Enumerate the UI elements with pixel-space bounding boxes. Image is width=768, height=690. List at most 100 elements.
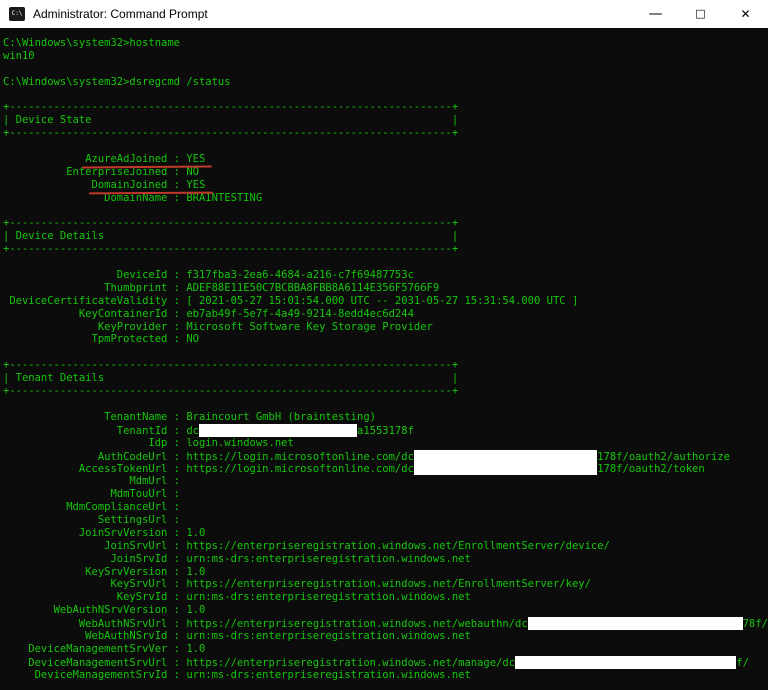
terminal-text: DeviceManagementSrvVer : 1.0	[3, 642, 206, 655]
terminal-text: Thumbprint : ADEF88E11E50C7BCBBA8FBB8A61…	[3, 281, 440, 294]
terminal-line: SettingsUrl :	[3, 514, 768, 527]
section-border: +---------------------------------------…	[3, 385, 459, 398]
redaction-box	[413, 449, 598, 463]
terminal-line: MdmUrl :	[3, 475, 768, 488]
terminal-line: JoinSrvId : urn:ms-drs:enterpriseregistr…	[3, 553, 768, 566]
terminal-line: WebAuthNSrvId : urn:ms-drs:enterprisereg…	[3, 630, 768, 643]
redaction-box	[413, 462, 598, 476]
terminal-line: KeySrvVersion : 1.0	[3, 566, 768, 579]
section-border: +---------------------------------------…	[3, 127, 459, 140]
window-controls: — □ ✕	[633, 0, 768, 28]
terminal-text: C:\Windows\system32>hostname	[3, 37, 181, 49]
terminal-text: WebAuthNSrvUrl : https://enterpriseregis…	[3, 618, 528, 631]
section-border: +---------------------------------------…	[3, 359, 459, 372]
terminal-line: DeviceManagementSrvVer : 1.0	[3, 643, 768, 656]
terminal-line: DeviceId : f317fba3-2ea6-4684-a216-c7f69…	[3, 269, 768, 282]
terminal-line: AzureAdJoined : YES	[3, 153, 768, 166]
title-bar[interactable]: C:\ Administrator: Command Prompt — □ ✕	[0, 0, 768, 28]
terminal-line: | Tenant Details |	[3, 372, 768, 385]
cmd-icon[interactable]: C:\	[9, 7, 25, 21]
maximize-button[interactable]: □	[678, 0, 723, 28]
terminal-line: TpmProtected : NO	[3, 333, 768, 346]
terminal-line: DeviceManagementSrvUrl : https://enterpr…	[3, 655, 768, 669]
section-title: | Device State |	[3, 114, 459, 127]
terminal-text: JoinSrvId : urn:ms-drs:enterpriseregistr…	[3, 552, 471, 565]
terminal-line: WebAuthNSrvVersion : 1.0	[3, 604, 768, 617]
terminal-text: JoinSrvVersion : 1.0	[3, 526, 206, 539]
terminal-line: +---------------------------------------…	[3, 385, 768, 398]
terminal-text: WebAuthNSrvVersion : 1.0	[3, 604, 206, 617]
terminal-text: MdmComplianceUrl :	[3, 501, 181, 514]
terminal-text: TenantName : Braincourt GmbH (braintesti…	[3, 410, 376, 423]
terminal-output[interactable]: C:\Windows\system32>hostname win10 C:\Wind…	[0, 28, 768, 690]
terminal-text: f/	[736, 656, 749, 669]
terminal-line: TenantName : Braincourt GmbH (braintesti…	[3, 411, 768, 424]
terminal-line: KeySrvId : urn:ms-drs:enterpriseregistra…	[3, 591, 768, 604]
terminal-line: C:\Windows\system32>hostname	[3, 37, 768, 50]
close-button[interactable]: ✕	[723, 0, 768, 28]
section-title: | Tenant Details |	[3, 372, 459, 385]
terminal-line: AccessTokenUrl : https://login.microsoft…	[3, 462, 768, 476]
terminal-line: DeviceCertificateValidity : [ 2021-05-27…	[3, 295, 768, 308]
terminal-line: | Device Details |	[3, 230, 768, 243]
terminal-text: C:\Windows\system32>dsregcmd /status	[3, 75, 231, 88]
terminal-text: win10	[3, 49, 35, 62]
terminal-text: KeyContainerId : eb7ab49f-5e7f-4a49-9214…	[3, 307, 414, 320]
terminal-text: AuthCodeUrl : https://login.microsoftonl…	[3, 450, 414, 463]
terminal-line: MdmComplianceUrl :	[3, 501, 768, 514]
redaction-box	[515, 655, 737, 669]
terminal-text: DeviceManagementSrvId : urn:ms-drs:enter…	[3, 668, 471, 681]
terminal-text: MdmUrl :	[3, 475, 181, 488]
terminal-line: Idp : login.windows.net	[3, 437, 768, 450]
terminal-text: 178f/oauth2/authorize	[597, 450, 730, 463]
section-border: +---------------------------------------…	[3, 101, 459, 114]
annotated-value: DomainJoined : YES	[91, 178, 206, 191]
terminal-line: KeySrvUrl : https://enterpriseregistrati…	[3, 578, 768, 591]
terminal-text: DeviceCertificateValidity : [ 2021-05-27…	[3, 294, 579, 307]
terminal-line: | Device State |	[3, 114, 768, 127]
terminal-line: AuthCodeUrl : https://login.microsoftonl…	[3, 449, 768, 463]
window-title: Administrator: Command Prompt	[33, 7, 208, 21]
terminal-line: WebAuthNSrvUrl : https://enterpriseregis…	[3, 617, 768, 631]
terminal-text: SettingsUrl :	[3, 513, 181, 526]
redaction-box	[198, 423, 357, 437]
terminal-text: DeviceManagementSrvUrl : https://enterpr…	[3, 656, 516, 669]
minimize-button[interactable]: —	[633, 0, 678, 28]
terminal-text: MdmTouUrl :	[3, 488, 181, 501]
terminal-line: DomainJoined : YES	[3, 179, 768, 192]
terminal-text: a1553178f	[357, 424, 414, 437]
command-prompt-window: C:\ Administrator: Command Prompt — □ ✕ …	[0, 0, 768, 690]
terminal-text: JoinSrvUrl : https://enterpriseregistrat…	[3, 539, 610, 552]
terminal-text: TenantId : dc	[3, 424, 199, 437]
terminal-line: DeviceManagementSrvId : urn:ms-drs:enter…	[3, 669, 768, 682]
terminal-line: +---------------------------------------…	[3, 243, 768, 256]
terminal-line: MdmTouUrl :	[3, 488, 768, 501]
terminal-text: 78f/	[742, 618, 768, 631]
redaction-box	[527, 617, 743, 631]
terminal-text: 178f/oauth2/token	[597, 463, 705, 476]
terminal-line: win10	[3, 50, 768, 63]
terminal-line: C:\Windows\system32>dsregcmd /status	[3, 76, 768, 89]
section-border: +---------------------------------------…	[3, 217, 459, 230]
terminal-text: KeySrvVersion : 1.0	[3, 565, 206, 578]
terminal-line: KeyProvider : Microsoft Software Key Sto…	[3, 321, 768, 334]
terminal-line: JoinSrvVersion : 1.0	[3, 527, 768, 540]
terminal-line: JoinSrvUrl : https://enterpriseregistrat…	[3, 540, 768, 553]
terminal-text: AccessTokenUrl : https://login.microsoft…	[3, 463, 414, 476]
terminal-line: Thumbprint : ADEF88E11E50C7BCBBA8FBB8A61…	[3, 282, 768, 295]
terminal-line: +---------------------------------------…	[3, 217, 768, 230]
terminal-line: TenantId : dc a1553178f	[3, 423, 768, 437]
terminal-text: Idp : login.windows.net	[3, 436, 294, 449]
terminal-line: +---------------------------------------…	[3, 101, 768, 114]
terminal-text: KeyProvider : Microsoft Software Key Sto…	[3, 320, 433, 333]
terminal-text: TpmProtected : NO	[3, 333, 199, 346]
terminal-text: KeySrvId : urn:ms-drs:enterpriseregistra…	[3, 591, 471, 604]
section-title: | Device Details |	[3, 230, 459, 243]
